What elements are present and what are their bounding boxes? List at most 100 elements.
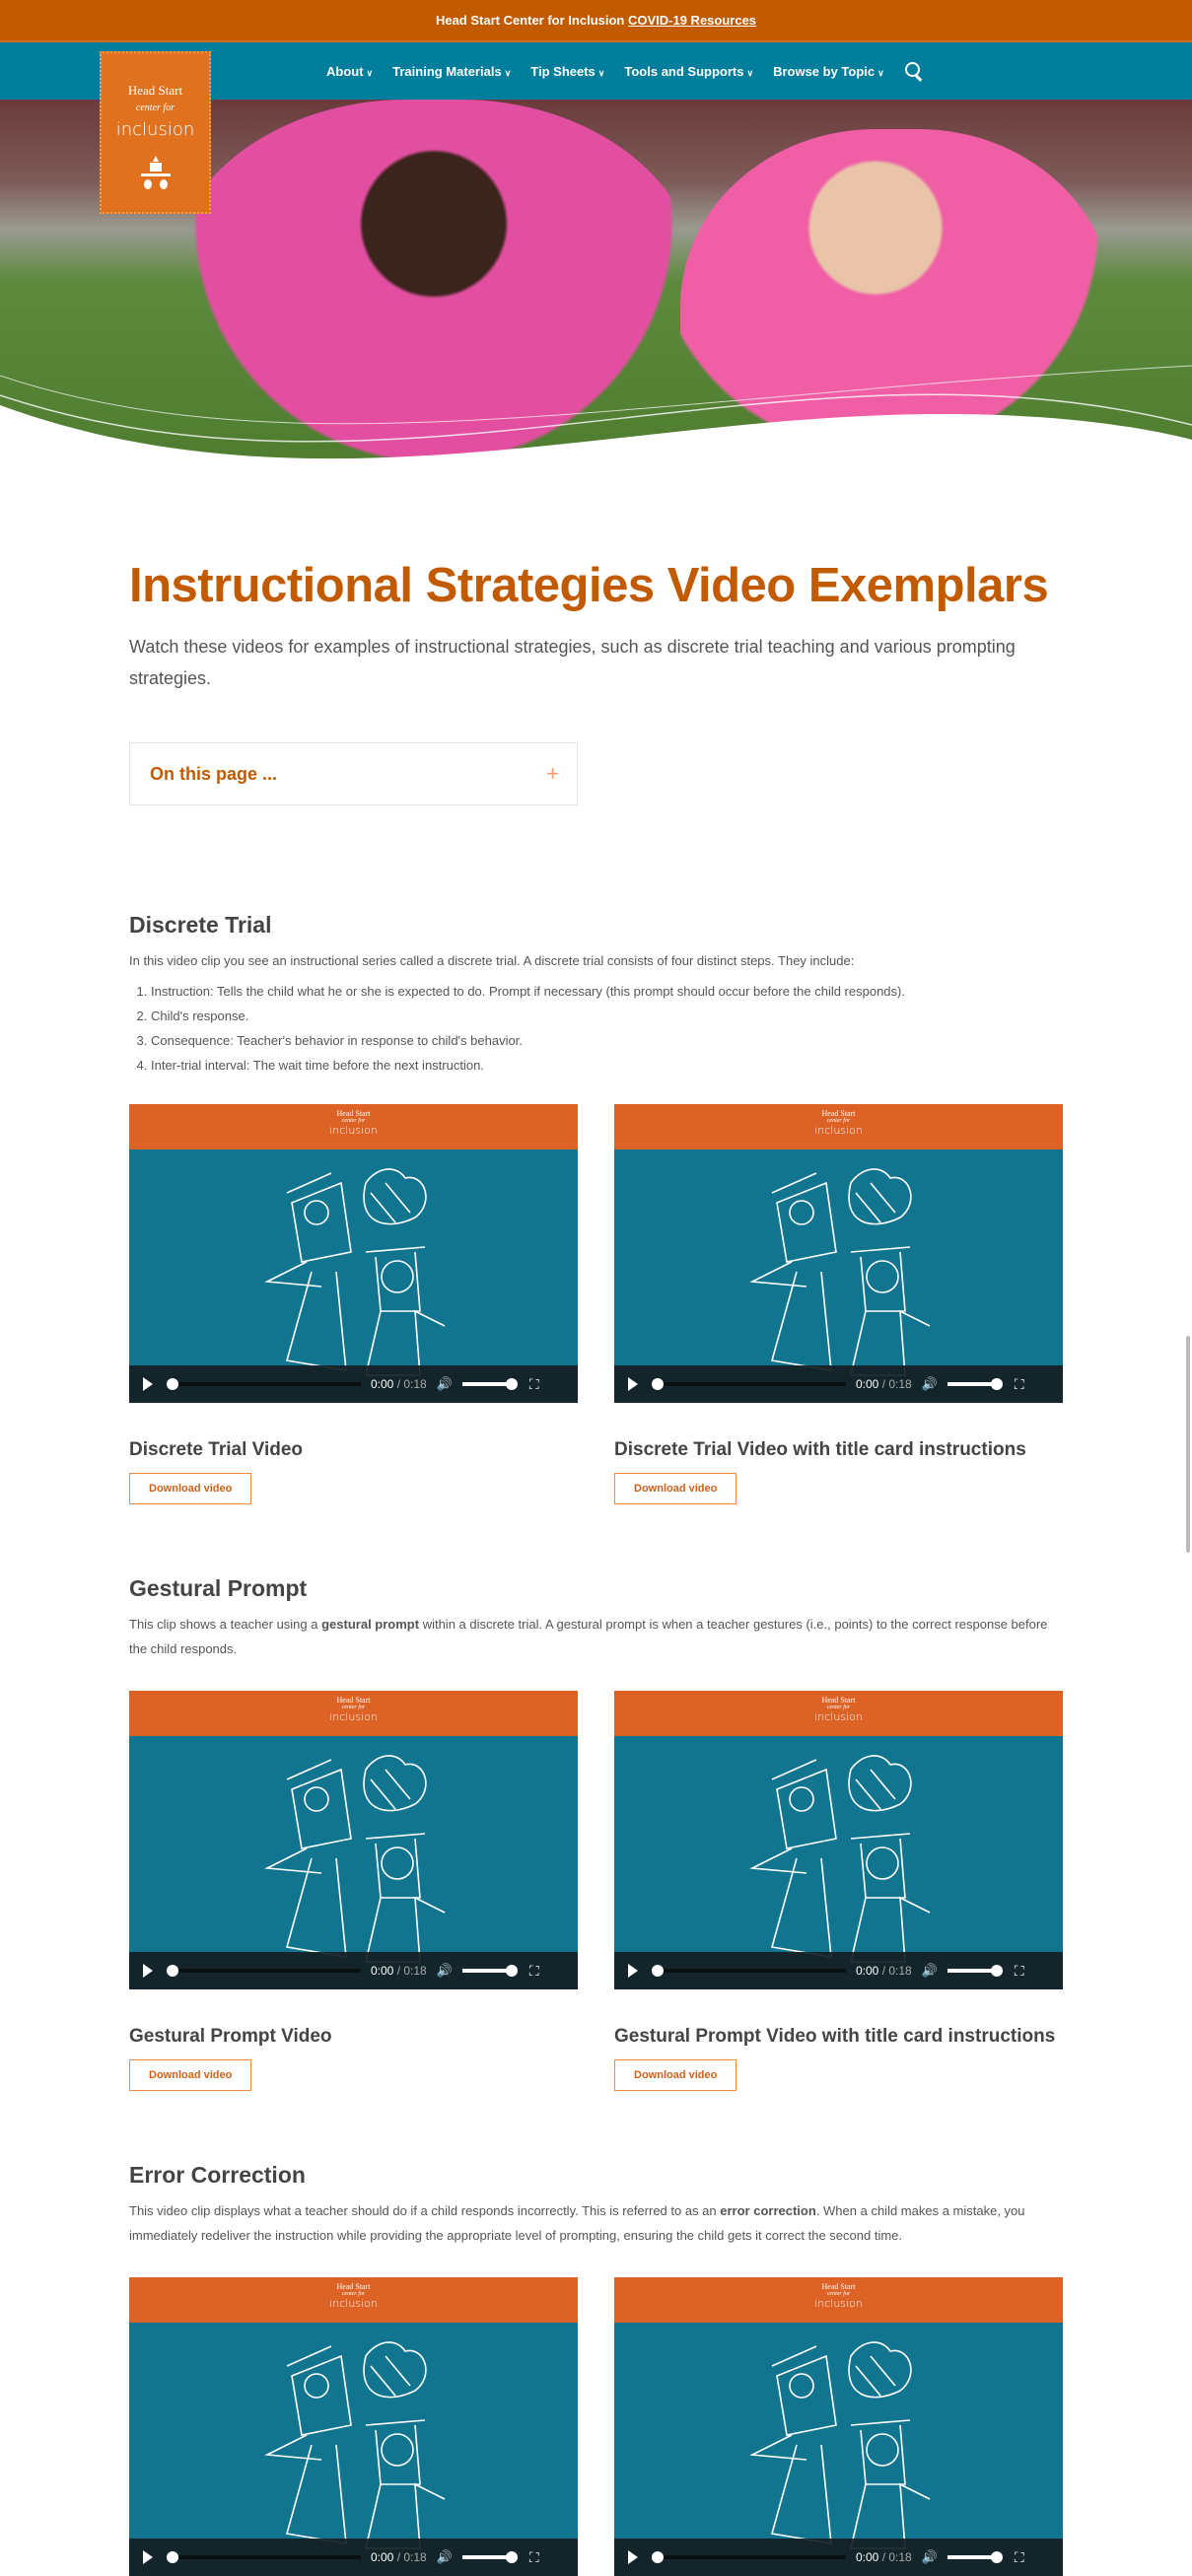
band-text: Head Start — [821, 1696, 856, 1705]
volume-icon[interactable]: 🔊 — [437, 1376, 453, 1392]
band-text: inclusion — [814, 1710, 863, 1723]
fullscreen-icon[interactable]: ⛶ — [529, 1376, 539, 1393]
list-item: Consequence: Teacher's behavior in respo… — [151, 1028, 1066, 1053]
nav-item-training-materials[interactable]: Training Materials ∨ — [392, 64, 511, 79]
video-player[interactable]: Head Start center for inclusion 0:00 / 0:18… — [129, 2277, 578, 2576]
nav-item-tip-sheets[interactable]: Tip Sheets ∨ — [530, 64, 604, 79]
video-player[interactable]: Head Start center for inclusion 0:00 / 0:18… — [614, 1691, 1063, 1989]
section-gestural-prompt: Gestural Prompt This clip shows a teacher… — [129, 1575, 1066, 1661]
search-icon[interactable] — [904, 61, 924, 81]
download-video-button[interactable]: Download video — [614, 2059, 737, 2091]
nav-label: Training Materials — [392, 63, 502, 79]
fullscreen-icon[interactable]: ⛶ — [1015, 1963, 1024, 1980]
volume-slider[interactable] — [947, 2551, 1003, 2563]
section-description: In this video clip you see an instructio… — [129, 948, 1066, 973]
text-segment: This clip shows a teacher using a — [129, 1617, 322, 1632]
band-text: Head Start — [336, 2282, 371, 2291]
play-icon[interactable] — [628, 1964, 638, 1978]
volume-icon[interactable]: 🔊 — [922, 1963, 938, 1979]
nav-label: Tools and Supports — [624, 63, 744, 79]
download-video-button[interactable]: Download video — [129, 2059, 252, 2091]
time-display: 0:00 / 0:18 — [371, 1377, 427, 1391]
volume-slider[interactable] — [461, 2551, 518, 2563]
play-icon[interactable] — [628, 1377, 638, 1391]
child-drawing — [749, 2341, 931, 2549]
video-card: Head Start center for inclusion 0:00 / 0:18… — [129, 2277, 578, 2576]
video-card: Head Start center for inclusion 0:00 / 0:18… — [614, 1691, 1063, 2091]
video-card: Head Start center for inclusion 0:00 / 0:18… — [129, 1104, 578, 1504]
volume-icon[interactable]: 🔊 — [922, 1376, 938, 1392]
duration: / 0:18 — [881, 1964, 912, 1978]
video-player[interactable]: Head Start center for inclusion 0:00 / 0:18… — [614, 2277, 1063, 2576]
list-item: Child's response. — [151, 1004, 1066, 1028]
chevron-down-icon: ∨ — [504, 67, 512, 78]
download-video-button[interactable]: Download video — [614, 1473, 737, 1504]
time-display: 0:00 / 0:18 — [856, 1964, 912, 1978]
nav-item-browse-by-topic[interactable]: Browse by Topic ∨ — [773, 64, 884, 79]
section-heading: Error Correction — [129, 2162, 306, 2188]
fullscreen-icon[interactable]: ⛶ — [1015, 2549, 1024, 2566]
video-controls: 0:00 / 0:18 🔊 ⛶ — [129, 2539, 578, 2576]
play-icon[interactable] — [143, 1377, 153, 1391]
fullscreen-icon[interactable]: ⛶ — [1015, 1376, 1024, 1393]
fullscreen-icon[interactable]: ⛶ — [529, 1963, 539, 1980]
video-card: Head Start center for inclusion 0:00 / 0:18… — [614, 2277, 1063, 2576]
current-time: 0:00 — [856, 1964, 879, 1978]
play-icon[interactable] — [628, 2550, 638, 2564]
volume-icon[interactable]: 🔊 — [437, 2549, 453, 2565]
video-card: Head Start center for inclusion 0:00 / 0:18… — [129, 1691, 578, 2091]
time-display: 0:00 / 0:18 — [371, 2550, 427, 2564]
band-text: inclusion — [814, 2297, 863, 2310]
video-card: Head Start center for inclusion 0:00 / 0:18… — [614, 1104, 1063, 1504]
duration: / 0:18 — [396, 1377, 427, 1391]
nav-item-tools-and-supports[interactable]: Tools and Supports ∨ — [624, 64, 753, 79]
chevron-down-icon: ∨ — [597, 67, 605, 78]
nav-item-about[interactable]: About ∨ — [326, 64, 373, 79]
video-title: Gestural Prompt Video with title card in… — [614, 2026, 1056, 2047]
progress-slider[interactable] — [652, 2551, 846, 2563]
band-text: Head Start — [336, 1109, 371, 1118]
page-title: Instructional Strategies Video Exemplars — [129, 559, 1049, 612]
video-controls: 0:00 / 0:18 🔊 ⛶ — [614, 1365, 1063, 1403]
time-display: 0:00 / 0:18 — [856, 2550, 912, 2564]
steps-list: Instruction: Tells the child what he or … — [151, 979, 1066, 1078]
progress-slider[interactable] — [167, 1965, 361, 1977]
video-title-band: Head Start center for inclusion — [614, 1691, 1063, 1736]
volume-icon[interactable]: 🔊 — [922, 2549, 938, 2565]
on-this-page-toggle[interactable]: On this page ... + — [129, 742, 578, 805]
video-player[interactable]: Head Start center for inclusion 0:00 / 0:18… — [129, 1104, 578, 1403]
video-player[interactable]: Head Start center for inclusion 0:00 / 0:18… — [614, 1104, 1063, 1403]
duration: / 0:18 — [881, 2550, 912, 2564]
section-error-correction: Error Correction This video clip displays… — [129, 2162, 1066, 2248]
progress-slider[interactable] — [652, 1965, 846, 1977]
nav-label: About — [326, 63, 364, 79]
volume-slider[interactable] — [947, 1965, 1003, 1977]
progress-slider[interactable] — [167, 1378, 361, 1390]
progress-slider[interactable] — [652, 1378, 846, 1390]
fullscreen-icon[interactable]: ⛶ — [529, 2549, 539, 2566]
covid-resources-link[interactable]: COVID-19 Resources — [628, 13, 756, 28]
video-controls: 0:00 / 0:18 🔊 ⛶ — [614, 2539, 1063, 2576]
band-text: Head Start — [821, 2282, 856, 2291]
logo-text: center for — [135, 103, 175, 113]
chevron-down-icon: ∨ — [366, 67, 374, 78]
section-discrete-trial: Discrete Trial In this video clip you see… — [129, 912, 1066, 1078]
volume-slider[interactable] — [461, 1378, 518, 1390]
toc-label: On this page ... — [150, 763, 278, 784]
site-logo[interactable]: Head Start center for inclusion — [100, 51, 211, 214]
video-player[interactable]: Head Start center for inclusion 0:00 / 0:18… — [129, 1691, 578, 1989]
volume-slider[interactable] — [461, 1965, 518, 1977]
volume-icon[interactable]: 🔊 — [437, 1963, 453, 1979]
band-text: Head Start — [821, 1109, 856, 1118]
section-heading: Gestural Prompt — [129, 1575, 308, 1601]
current-time: 0:00 — [856, 2550, 879, 2564]
logo-text: inclusion — [115, 119, 195, 140]
play-icon[interactable] — [143, 1964, 153, 1978]
progress-slider[interactable] — [167, 2551, 361, 2563]
scrollbar[interactable] — [1186, 1336, 1190, 1553]
video-title-band: Head Start center for inclusion — [614, 2277, 1063, 2323]
download-video-button[interactable]: Download video — [129, 1473, 252, 1504]
volume-slider[interactable] — [947, 1378, 1003, 1390]
child-drawing — [264, 1755, 446, 1963]
play-icon[interactable] — [143, 2550, 153, 2564]
